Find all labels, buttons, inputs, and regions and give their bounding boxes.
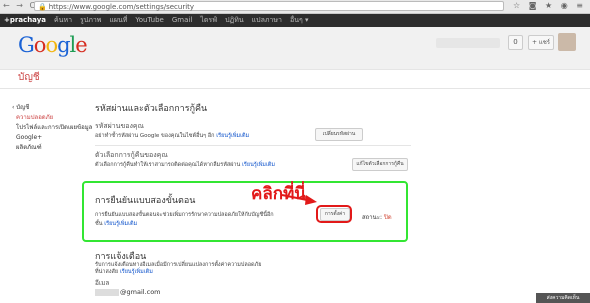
logo-letter: o xyxy=(33,33,47,57)
sidebar-item[interactable]: ‹ บัญชี xyxy=(12,103,92,113)
arrow-right-icon xyxy=(281,194,317,205)
url-text: https://www.google.com/settings/security xyxy=(48,3,195,11)
share-button[interactable]: + แชร์ xyxy=(528,35,554,50)
recovery-desc-text: ตัวเลือกการกู้คืนทำให้เราสามารถติดต่อคุณ… xyxy=(95,162,241,168)
gbar-item[interactable]: Gmail xyxy=(172,16,192,24)
google-bar: +prachaya ค้นหา รูปภาพ แผนที่ YouTube Gmail ได… xyxy=(0,14,590,27)
gbar-item[interactable]: ปฏิทิน xyxy=(225,16,244,24)
edit-recovery-button[interactable]: แก้ไขตัวเลือกการกู้คืน xyxy=(352,158,408,171)
feedback-button[interactable]: ส่งความคิดเห็น xyxy=(536,293,590,303)
change-password-button[interactable]: เปลี่ยนรหัสผ่าน xyxy=(315,128,363,141)
recovery-title: ตัวเลือกการกู้คืนของคุณ xyxy=(95,151,168,159)
browser-nav-buttons[interactable]: ← → C xyxy=(3,1,37,10)
browser-extensions[interactable]: ☆ ◙ ★ ◉ ≡ xyxy=(513,1,586,10)
gbar-item[interactable]: แผนที่ xyxy=(109,16,127,24)
logo-letter: e xyxy=(75,33,87,57)
gbar-item[interactable]: รูปภาพ xyxy=(80,16,101,24)
google-bar-items: +prachaya ค้นหา รูปภาพ แผนที่ YouTube Gmail ได… xyxy=(4,15,316,26)
logo-letter: G xyxy=(18,33,35,57)
email-field: @gmail.com xyxy=(95,288,161,296)
google-logo[interactable]: Google xyxy=(18,33,88,57)
divider xyxy=(95,145,411,146)
gbar-item[interactable]: +prachaya xyxy=(4,16,46,24)
two-step-desc-text: ชั้น xyxy=(95,221,103,227)
section-title-password: รหัสผ่านและตัวเลือกการกู้คืน xyxy=(95,104,208,114)
gbar-item[interactable]: YouTube xyxy=(135,16,163,24)
recovery-learn-more-link[interactable]: เรียนรู้เพิ่มเติม xyxy=(242,162,275,168)
recovery-desc: ตัวเลือกการกู้คืนทำให้เราสามารถติดต่อคุณ… xyxy=(95,161,275,169)
two-step-status: สถานะ: ปิด xyxy=(362,212,392,222)
lock-icon: 🔒 xyxy=(38,3,47,11)
password-title: รหัสผ่านของคุณ xyxy=(95,122,145,130)
logo-letter: g xyxy=(57,33,70,57)
highlight-circle-red xyxy=(316,205,352,223)
email-label: อีเมล xyxy=(95,279,110,287)
status-badge: ปิด xyxy=(383,214,392,221)
two-step-desc: การยืนยันแบบสองขั้นตอนจะช่วยเพิ่มการรักษ… xyxy=(95,212,274,218)
email-domain: @gmail.com xyxy=(120,288,161,296)
notification-count-button[interactable]: 0 xyxy=(508,35,523,50)
password-learn-more-link[interactable]: เรียนรู้เพิ่มเติม xyxy=(216,133,249,139)
divider xyxy=(0,88,590,89)
gbar-item[interactable]: อื่นๆ ▾ xyxy=(290,16,309,24)
address-bar[interactable]: 🔒 https://www.google.com/settings/securit… xyxy=(34,1,504,11)
sidebar-item[interactable]: ผลิตภัณฑ์ xyxy=(12,143,92,153)
gbar-item[interactable]: ค้นหา xyxy=(54,16,72,24)
sidebar: ‹ บัญชี ความปลอดภัย โปรไฟล์และการเปิดเผยข้… xyxy=(12,103,92,153)
notifications-desc-2: ที่น่าสงสัย เรียนรู้เพิ่มเติม xyxy=(95,268,153,276)
logo-letter: o xyxy=(45,33,58,57)
sidebar-item[interactable]: Google+ xyxy=(12,133,92,143)
section-title-two-step: การยืนยันแบบสองขั้นตอน xyxy=(95,196,196,206)
sidebar-item[interactable]: โปรไฟล์และการเปิดเผยข้อมูล xyxy=(12,123,92,133)
page-title: บัญชี xyxy=(18,72,40,83)
two-step-learn-more-link[interactable]: เรียนรู้เพิ่มเติม xyxy=(104,221,137,227)
two-step-desc-2: ชั้น เรียนรู้เพิ่มเติม xyxy=(95,220,137,228)
notifications-learn-more-link[interactable]: เรียนรู้เพิ่มเติม xyxy=(120,269,153,275)
gbar-item[interactable]: แปลภาษา xyxy=(252,16,282,24)
password-desc-text: อย่าทำซ้ำรหัสผ่าน Google ของคุณในไซต์อื่… xyxy=(95,133,215,139)
status-label: สถานะ: xyxy=(362,214,383,221)
email-user-blurred xyxy=(95,288,119,296)
page-header: Google 0 + แชร์ xyxy=(0,27,590,70)
sidebar-item[interactable]: ความปลอดภัย xyxy=(12,113,92,123)
user-name-blurred[interactable] xyxy=(436,38,500,48)
notifications-desc-text: ที่น่าสงสัย xyxy=(95,269,119,275)
gbar-item[interactable]: ไดรฟ์ xyxy=(200,16,217,24)
browser-toolbar: ← → C 🔒 https://www.google.com/settings/s… xyxy=(0,0,590,14)
password-desc: อย่าทำซ้ำรหัสผ่าน Google ของคุณในไซต์อื่… xyxy=(95,132,249,140)
avatar[interactable] xyxy=(558,33,576,51)
